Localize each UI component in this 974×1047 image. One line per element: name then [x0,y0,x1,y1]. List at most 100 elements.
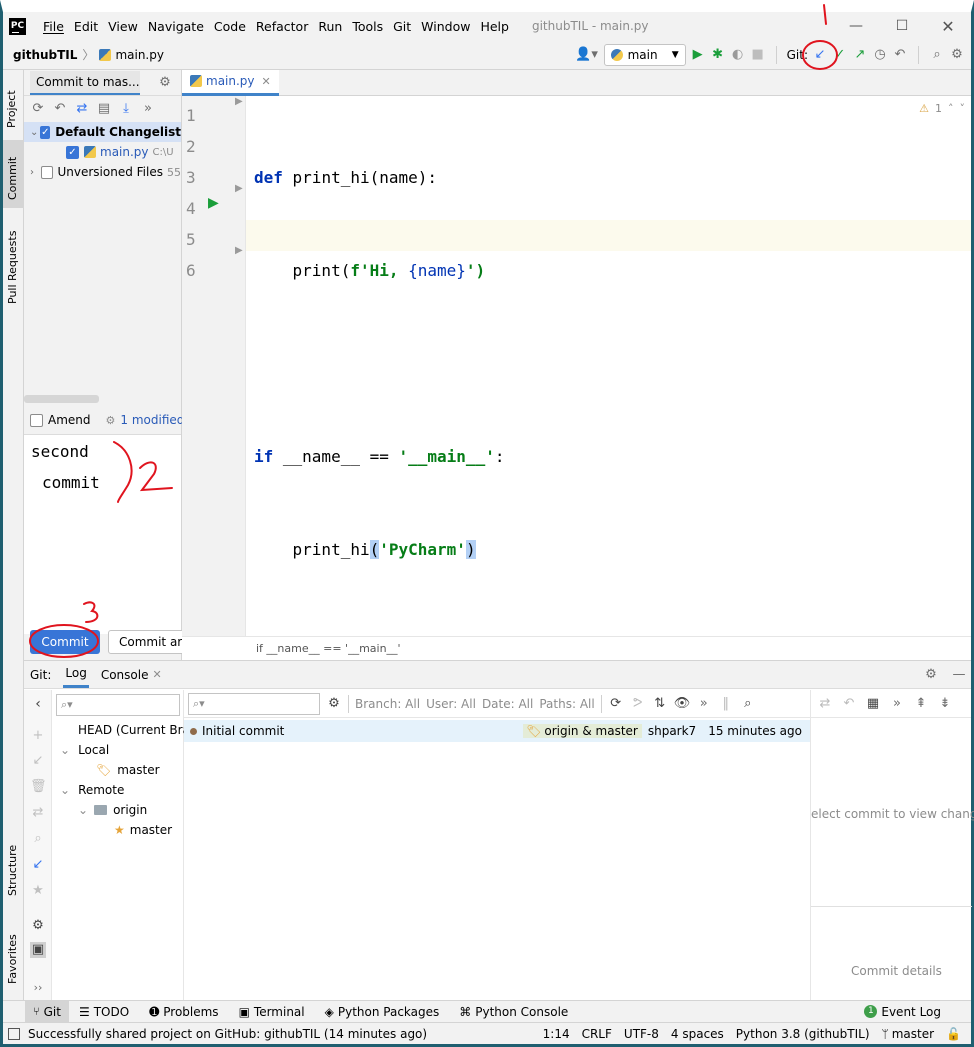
tree-item-remote[interactable]: ⌄ Remote [60,783,124,797]
more-actions-icon[interactable]: ›› [30,980,46,996]
tool-window-project[interactable]: Project [3,76,24,136]
layout-icon[interactable]: ▣ [30,942,46,958]
tool-tab-problems[interactable]: ➊ Problems [139,1005,228,1019]
log-search-field[interactable]: ⌕▾ [188,692,320,715]
search-branch-icon[interactable]: ⌕ [30,831,46,847]
maximize-icon[interactable]: ☐ [879,18,925,34]
more-log-icon[interactable]: » [696,696,712,712]
menu-git[interactable]: Git [388,19,416,34]
fold-marker-icon[interactable]: ▶ [235,183,243,194]
tool-window-pull-requests[interactable]: Pull Requests [3,220,24,316]
commit-panel-tab[interactable]: Commit to mas... [30,70,140,95]
debug-icon[interactable]: ✱ [710,47,726,63]
fold-marker-icon[interactable]: ▶ [235,96,243,107]
menu-view[interactable]: View [103,19,143,34]
menu-help[interactable]: Help [475,19,514,34]
tree-item-local-master[interactable]: 🏷 master [96,763,160,777]
next-highlight-icon[interactable]: ˅ [960,102,966,115]
filter-date[interactable]: Date: All [482,697,533,711]
breadcrumb-file[interactable]: main.py [115,48,164,62]
branch-search-field[interactable]: ⌕▾ [56,694,180,716]
run-gutter-icon[interactable]: ▶ [208,195,219,211]
back-arrow-icon[interactable]: ‹ [30,696,46,712]
fold-marker-icon[interactable]: ▶ [235,245,243,256]
refresh-log-icon[interactable]: ⟳ [608,696,624,712]
file-checkbox[interactable]: ✓ [66,145,79,159]
run-config-select[interactable]: main ▼ [603,43,686,66]
minimize-icon[interactable]: — [833,18,879,34]
sort-icon[interactable]: ⇅ [652,696,668,712]
menu-file[interactable]: File [38,19,69,34]
menu-tools[interactable]: Tools [347,19,388,34]
menu-refactor[interactable]: Refactor [251,19,313,34]
delete-icon[interactable]: 🗑 [30,779,47,795]
stop-icon[interactable]: ■ [750,47,766,63]
commit-button[interactable]: Commit [30,630,100,654]
rollback-changes-icon[interactable]: ↶ [52,101,68,117]
git-panel-hide-icon[interactable]: — [951,667,967,683]
editor-tab-main-py[interactable]: main.py ✕ [182,69,279,96]
commit-message-editor[interactable]: second commit [24,434,181,634]
tool-tab-git[interactable]: ⑂ Git [25,1000,69,1023]
update-icon[interactable]: ↙ [30,753,46,769]
more-details-icon[interactable]: » [889,696,905,712]
file-encoding[interactable]: UTF-8 [624,1027,659,1041]
coverage-icon[interactable]: ◐ [730,47,746,63]
tool-tab-python-packages[interactable]: ◈ Python Packages [315,1005,450,1019]
settings-gear-icon[interactable]: ⚙ [949,47,965,63]
horizontal-scrollbar[interactable] [24,395,99,403]
indent-setting[interactable]: 4 spaces [671,1027,724,1041]
console-close-icon[interactable]: ✕ [152,668,161,681]
prev-highlight-icon[interactable]: ˄ [948,102,954,115]
favorite-icon[interactable]: ★ [30,883,46,899]
filter-user[interactable]: User: All [426,697,476,711]
rollback-icon[interactable]: ↶ [892,47,908,63]
menu-edit[interactable]: Edit [69,19,103,34]
compare-icon[interactable]: ⇄ [30,805,46,821]
tab-close-icon[interactable]: ✕ [262,75,271,88]
update-project-icon[interactable]: ↙ [812,47,828,63]
tool-window-favorites[interactable]: Favorites [3,920,24,990]
cherry-pick-icon[interactable]: ᕗ [630,696,646,712]
default-changelist-row[interactable]: ⌄ ✓ Default Changelist [24,122,181,142]
amend-checkbox[interactable] [30,413,43,427]
menu-code[interactable]: Code [209,19,251,34]
changelist-checkbox[interactable]: ✓ [40,125,51,139]
menu-run[interactable]: Run [313,19,347,34]
editor-breadcrumb[interactable]: if __name__ == '__main__' [256,642,401,655]
status-message[interactable]: Successfully shared project on GitHub: g… [28,1027,427,1041]
find-icon[interactable]: ⌕ [740,696,756,712]
caret-position[interactable]: 1:14 [543,1027,570,1041]
commit-check-icon[interactable]: ✓ [832,47,848,63]
close-icon[interactable]: ✕ [925,17,971,36]
tool-tab-terminal[interactable]: ▣ Terminal [229,1005,315,1019]
tool-window-structure[interactable]: Structure [3,840,24,906]
menu-navigate[interactable]: Navigate [143,19,209,34]
tool-tab-todo[interactable]: ☰ TODO [69,1005,139,1019]
push-icon[interactable]: ↗ [852,47,868,63]
commit-and-push-button[interactable]: Commit ar [108,630,188,654]
filter-branch[interactable]: Branch: All [355,697,420,711]
tool-window-commit[interactable]: Commit [3,140,24,208]
filter-settings-icon[interactable]: ⚙ [326,696,342,712]
unversioned-checkbox[interactable] [41,165,53,179]
menu-window[interactable]: Window [416,19,475,34]
modified-count[interactable]: 1 modified [120,413,184,427]
more-icon[interactable]: » [140,101,156,117]
diff-icon[interactable]: ⇄ [817,696,833,712]
fetch-icon[interactable]: ↙ [30,857,46,873]
run-icon[interactable]: ▶ [690,47,706,63]
download-icon[interactable]: ⤓ [118,101,134,117]
collapse-all-icon[interactable]: ⇟ [937,696,953,712]
tab-log[interactable]: Log [63,661,89,688]
tree-item-head[interactable]: HEAD (Current Bran [78,723,184,737]
tool-tab-python-console[interactable]: ⌘ Python Console [449,1005,578,1019]
changed-file-row[interactable]: ✓ main.py C:\U [24,142,181,162]
status-toggle-icon[interactable] [8,1027,20,1040]
expand-chevron-icon[interactable]: ⌄ [30,127,40,138]
tree-item-origin[interactable]: ⌄ origin [78,803,147,817]
history-icon[interactable]: ◷ [872,47,888,63]
lock-icon[interactable]: 🔓 [946,1027,961,1041]
expand-all-icon[interactable]: ⇞ [913,696,929,712]
tab-console[interactable]: Console [101,668,149,682]
